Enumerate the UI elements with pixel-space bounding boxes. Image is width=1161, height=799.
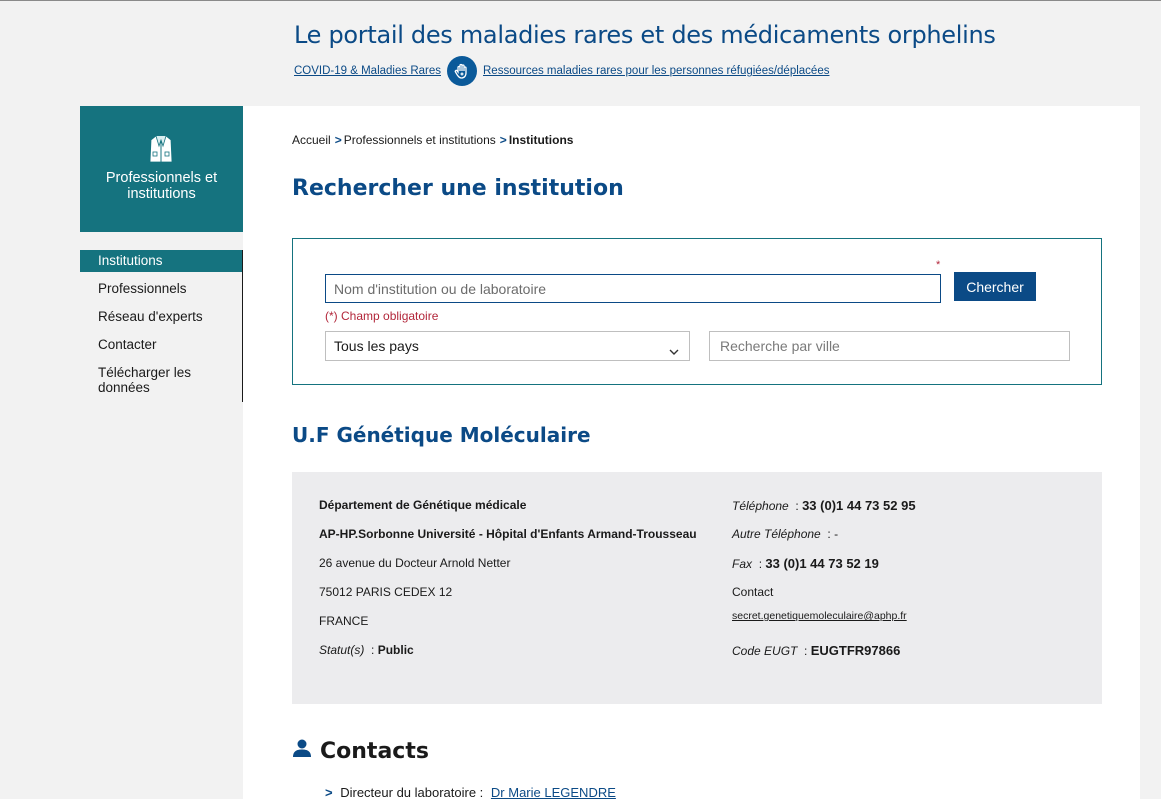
- sidebar-item-contacter[interactable]: Contacter: [80, 334, 242, 362]
- required-star: *: [936, 259, 941, 271]
- lab-coat-icon: [148, 134, 174, 169]
- country-select[interactable]: Tous les pays: [325, 331, 690, 361]
- country-select-value: Tous les pays: [334, 338, 419, 354]
- phone-label: Téléphone: [732, 499, 789, 513]
- country: FRANCE: [319, 614, 369, 628]
- breadcrumb-separator: >: [334, 133, 342, 147]
- announcement-banner: COVID-19 & Maladies Rares Ressources mal…: [294, 56, 829, 86]
- breadcrumb-separator: >: [499, 133, 507, 147]
- breadcrumb-current: Institutions: [508, 133, 574, 147]
- status-value: Public: [377, 643, 414, 657]
- sidebar-item-telecharger[interactable]: Télécharger les données: [80, 362, 242, 398]
- postal-city: 75012 PARIS CEDEX 12: [319, 585, 453, 599]
- search-form: * Chercher (*) Champ obligatoire Tous le…: [292, 238, 1102, 385]
- fax-value: 33 (0)1 44 73 52 19: [765, 556, 879, 571]
- colon: :: [827, 527, 831, 541]
- breadcrumb: Accueil > Professionnels et institutions > I…: [292, 133, 573, 147]
- status-row: Statut(s) : Public: [319, 643, 697, 672]
- colon: :: [758, 557, 763, 571]
- other-phone-label: Autre Téléphone: [732, 527, 821, 541]
- contacts-title: Contacts: [320, 738, 429, 764]
- fax-label: Fax: [732, 557, 753, 571]
- email-row: secret.genetiquemoleculaire@aphp.fr: [732, 608, 916, 637]
- institution-title: U.F Génétique Moléculaire: [292, 423, 591, 447]
- required-note: (*) Champ obligatoire: [325, 309, 439, 323]
- other-phone-value: -: [834, 527, 839, 541]
- sidebar-item-professionnels[interactable]: Professionnels: [80, 278, 242, 306]
- chevron-right-icon: >: [325, 785, 333, 799]
- institution-card: Département de Génétique médicale AP-HP.…: [292, 472, 1102, 704]
- code-row: Code EUGT : EUGTFR97866: [732, 643, 916, 672]
- code-value: EUGTFR97866: [810, 643, 901, 658]
- main-content: Accueil > Professionnels et institutions > I…: [243, 106, 1140, 799]
- code-label: Code EUGT: [732, 644, 798, 658]
- site-title: Le portail des maladies rares et des méd…: [294, 21, 996, 49]
- address-column: Département de Génétique médicale AP-HP.…: [319, 498, 697, 672]
- search-button[interactable]: Chercher: [954, 272, 1036, 301]
- contact-role: Directeur du laboratoire :: [340, 785, 484, 799]
- hospital-name: AP-HP.Sorbonne Université - Hôpital d'En…: [319, 527, 697, 541]
- contact-email-link[interactable]: secret.genetiquemoleculaire@aphp.fr: [732, 610, 907, 622]
- colon: :: [804, 644, 808, 658]
- chevron-down-icon: [669, 343, 679, 359]
- phone-row: Téléphone : 33 (0)1 44 73 52 95: [732, 498, 916, 527]
- section-tile[interactable]: Professionnels et institutions: [80, 106, 243, 232]
- colon: :: [795, 499, 799, 513]
- sidebar-item-reseau-experts[interactable]: Réseau d'experts: [80, 306, 242, 334]
- contact-name-link[interactable]: Dr Marie LEGENDRE: [491, 785, 616, 799]
- phone-value: 33 (0)1 44 73 52 95: [802, 498, 916, 513]
- fax-row: Fax : 33 (0)1 44 73 52 19: [732, 556, 916, 585]
- sidebar-nav: Institutions Professionnels Réseau d'exp…: [80, 250, 243, 402]
- other-phone-row: Autre Téléphone : -: [732, 527, 916, 556]
- contact-column: Téléphone : 33 (0)1 44 73 52 95 Autre Té…: [732, 498, 916, 672]
- breadcrumb-home[interactable]: Accueil: [292, 133, 331, 147]
- department-name: Département de Génétique médicale: [319, 498, 527, 512]
- page-title: Rechercher une institution: [292, 176, 624, 201]
- helping-hand-icon: [447, 56, 477, 86]
- covid-link[interactable]: COVID-19 & Maladies Rares: [294, 65, 441, 77]
- breadcrumb-section[interactable]: Professionnels et institutions: [344, 133, 496, 147]
- sidebar-item-institutions[interactable]: Institutions: [80, 250, 242, 272]
- contacts-heading: Contacts: [292, 738, 429, 764]
- contact-item: > Directeur du laboratoire : Dr Marie LE…: [325, 785, 616, 799]
- colon: :: [371, 643, 375, 657]
- status-label: Statut(s): [319, 643, 365, 657]
- section-title: Professionnels et institutions: [105, 170, 218, 202]
- refugee-resources-link[interactable]: Ressources maladies rares pour les perso…: [483, 65, 829, 77]
- institution-name-input[interactable]: [325, 274, 941, 303]
- city-search-input[interactable]: [709, 331, 1070, 361]
- person-icon: [292, 738, 312, 764]
- street-address: 26 avenue du Docteur Arnold Netter: [319, 556, 511, 570]
